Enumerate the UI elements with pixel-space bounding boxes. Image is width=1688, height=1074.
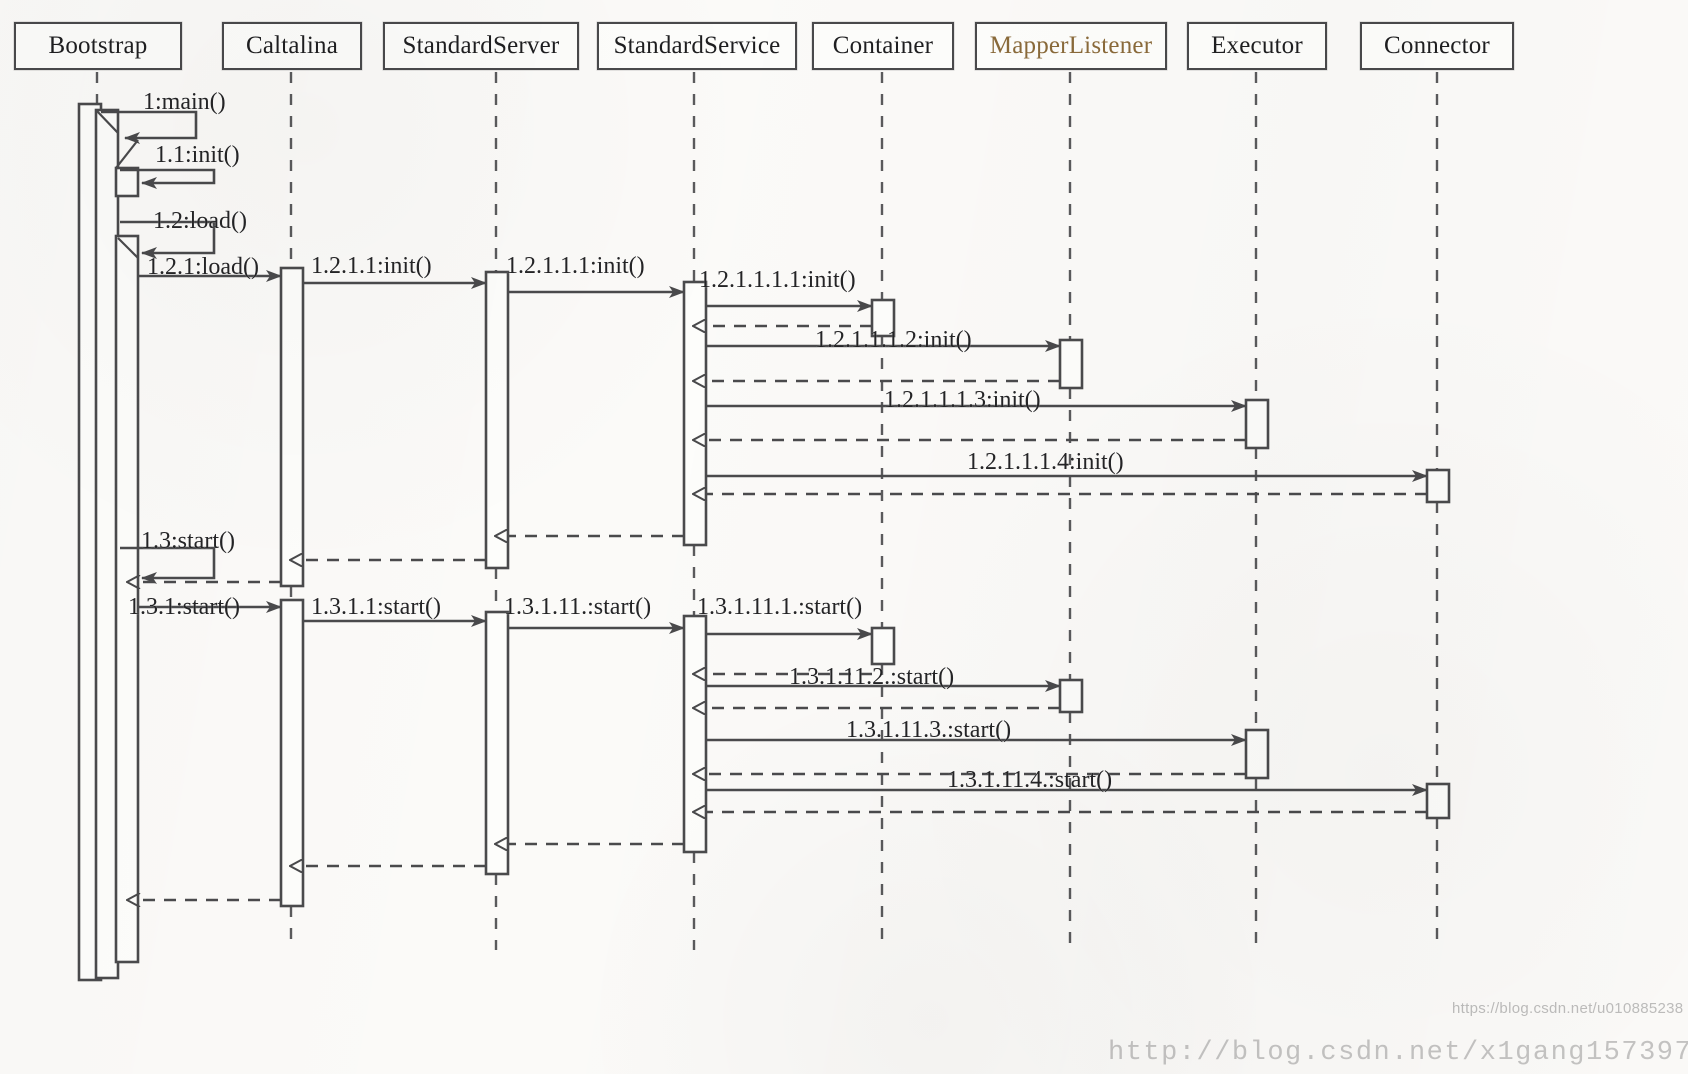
message-label-1-3-1-1-start: 1.3.1.1:start(): [311, 594, 441, 620]
message-arrows: [138, 270, 1428, 900]
participant-label: Executor: [1211, 32, 1303, 59]
participant-executor[interactable]: Executor: [1187, 22, 1327, 70]
participant-container[interactable]: Container: [812, 22, 954, 70]
participant-mapperlistener[interactable]: MapperListener: [975, 22, 1167, 70]
message-label-1-3-1-11-2-start: 1.3.1.11.2.:start(): [789, 664, 955, 690]
participant-label: MapperListener: [989, 32, 1153, 59]
participant-standardserver[interactable]: StandardServer: [383, 22, 579, 70]
participant-standardservice[interactable]: StandardService: [597, 22, 797, 70]
message-label-1-3-1-11-3-start: 1.3.1.11.3.:start(): [846, 717, 1012, 743]
message-label-1-3-1-11-1-start: 1.3.1.11.1.:start(): [697, 594, 863, 620]
message-label-1-3-start: 1.3:start(): [141, 528, 235, 554]
message-label-1-2-1-1-1-init: 1.2.1.1.1:init(): [506, 253, 645, 279]
message-label-1-main: 1:main(): [143, 89, 226, 115]
participant-label: StandardServer: [402, 32, 560, 59]
message-label-1-2-1-1-1-4-init: 1.2.1.1.1.4:init(): [967, 449, 1124, 475]
message-label-1-2-1-1-1-3-init: 1.2.1.1.1.3:init(): [884, 387, 1041, 413]
participant-connector[interactable]: Connector: [1360, 22, 1514, 70]
message-label-1-1-init: 1.1:init(): [155, 142, 240, 168]
message-label-1-2-1-load: 1.2.1:load(): [147, 254, 259, 280]
participant-bootstrap[interactable]: Bootstrap: [14, 22, 182, 70]
message-label-1-2-1-1-init: 1.2.1.1:init(): [311, 253, 432, 279]
participant-label: StandardService: [613, 32, 781, 59]
participant-catalina[interactable]: Caltalina: [222, 22, 362, 70]
diagram-vector-layer: [77, 72, 1451, 982]
message-label-1-3-1-11-start: 1.3.1.11.:start(): [504, 594, 652, 620]
participant-label: Bootstrap: [48, 32, 148, 59]
participant-label: Caltalina: [245, 32, 339, 59]
message-label-1-2-1-1-1-2-init: 1.2.1.1.1.2:init(): [815, 327, 972, 353]
sequence-diagram-canvas: Bootstrap Caltalina StandardServer Stand…: [0, 0, 1688, 1074]
participant-label: Container: [832, 32, 934, 59]
activation-bars: [77, 102, 1451, 982]
message-label-1-2-load: 1.2:load(): [153, 208, 247, 234]
message-label-1-2-1-1-1-1-init: 1.2.1.1.1.1:init(): [699, 267, 856, 293]
message-label-1-3-1-start: 1.3.1:start(): [128, 594, 240, 620]
participant-label: Connector: [1384, 32, 1490, 59]
message-label-1-3-1-11-4-start: 1.3.1.11.4.:start(): [947, 767, 1113, 793]
